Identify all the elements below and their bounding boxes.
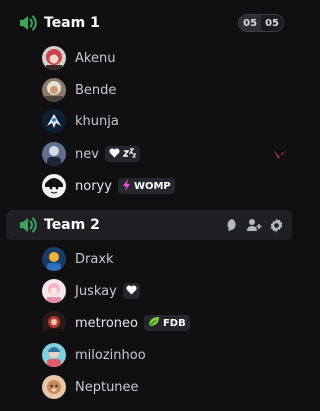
member-name: metroneo bbox=[75, 315, 138, 331]
voice-user-metroneo[interactable]: metroneo FDB bbox=[42, 309, 190, 337]
heart-icon bbox=[126, 284, 137, 298]
avatar-bende bbox=[42, 78, 66, 102]
member-name: Neptunee bbox=[75, 379, 139, 395]
avatar-khunja bbox=[42, 109, 66, 133]
member-name: Juskay bbox=[75, 283, 117, 299]
avatar-akenu bbox=[42, 46, 66, 70]
user-count: 05 bbox=[239, 15, 262, 31]
voice-user-juskay[interactable]: Juskay bbox=[42, 277, 140, 305]
channel-name: Team 2 bbox=[44, 217, 100, 233]
tag-text: WOMP bbox=[133, 180, 171, 192]
voice-user-nev[interactable]: nev bbox=[42, 140, 140, 168]
member-name: nev bbox=[75, 146, 99, 162]
user-tag: FDB bbox=[143, 315, 190, 331]
user-tag: WOMP bbox=[117, 178, 175, 194]
avatar-milozinhoo bbox=[42, 343, 66, 367]
voice-user-bende[interactable]: Bende bbox=[42, 76, 116, 104]
voice-channel-speaker-icon bbox=[14, 213, 42, 237]
chat-bubble-icon[interactable] bbox=[224, 217, 240, 233]
voice-user-milozinhoo[interactable]: milozinhoo bbox=[42, 341, 146, 369]
voice-user-noryy[interactable]: noryy WOMP bbox=[42, 172, 175, 200]
member-name: Draxk bbox=[75, 251, 114, 267]
leaf-icon bbox=[148, 316, 160, 330]
add-user-icon[interactable] bbox=[246, 217, 262, 233]
voice-user-draxk[interactable]: Draxk bbox=[42, 245, 114, 273]
gear-icon[interactable] bbox=[268, 217, 284, 233]
voice-user-khunja[interactable]: khunja bbox=[42, 107, 119, 135]
avatar-juskay bbox=[42, 279, 66, 303]
channel-name: Team 1 bbox=[44, 15, 100, 31]
voice-user-neptunee[interactable]: Neptunee bbox=[42, 373, 139, 401]
voice-channel-team-2[interactable]: Team 2 bbox=[6, 210, 292, 240]
user-tag bbox=[104, 146, 140, 162]
heart-icon bbox=[109, 147, 120, 161]
avatar-neptunee bbox=[42, 375, 66, 399]
member-name: khunja bbox=[75, 113, 119, 129]
voice-channel-speaker-icon bbox=[14, 11, 42, 35]
member-name: Bende bbox=[75, 82, 117, 98]
avatar-metroneo bbox=[42, 311, 66, 335]
tag-text: FDB bbox=[162, 317, 186, 329]
avatar-nev bbox=[42, 142, 66, 166]
user-tag bbox=[122, 283, 140, 299]
avatar-draxk bbox=[42, 247, 66, 271]
member-name: noryy bbox=[75, 178, 112, 194]
member-name: Akenu bbox=[75, 50, 116, 66]
zzz-icon bbox=[122, 147, 137, 161]
user-limit-badge: 05 05 bbox=[238, 14, 284, 32]
member-name: milozinhoo bbox=[75, 347, 146, 363]
avatar-noryy bbox=[42, 174, 66, 198]
voice-channel-team-1[interactable]: Team 1 05 05 bbox=[6, 8, 292, 38]
lightning-icon bbox=[122, 178, 131, 194]
user-limit: 05 bbox=[261, 15, 283, 31]
valorant-icon bbox=[272, 146, 288, 162]
voice-user-akenu[interactable]: Akenu bbox=[42, 44, 115, 72]
